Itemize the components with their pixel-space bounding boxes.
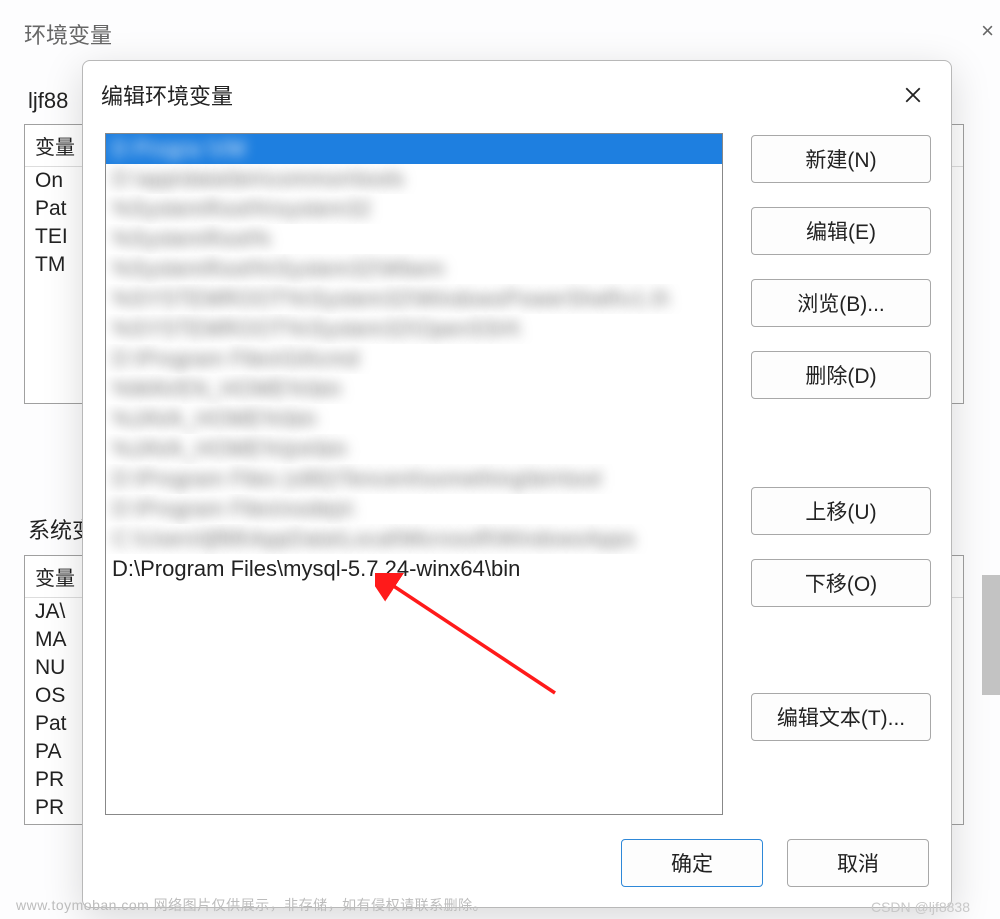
close-icon[interactable]: × [981,18,994,44]
watermark-text: www.toymoban.com 网络图片仅供展示，非存储，如有侵权请联系删除。 [16,895,487,915]
edit-button[interactable]: 编辑(E) [751,207,931,255]
edit-env-var-dialog: 编辑环境变量 D Progra \VM D:\app\data\bin\comm… [82,60,952,908]
path-item[interactable]: %SystemRoot%\System32\Wbem [106,254,722,284]
path-item[interactable]: %SystemRoot%\system32 [106,194,722,224]
path-item[interactable]: D:\Program Files\Git\cmd [106,344,722,374]
path-item[interactable]: D Progra \VM [106,134,722,164]
close-button[interactable] [899,81,927,109]
close-icon [904,86,922,104]
scrollbar-thumb[interactable] [982,575,1000,695]
dialog-titlebar: 编辑环境变量 [83,61,951,121]
path-item[interactable]: %MAVEN_HOME%\bin [106,374,722,404]
path-item[interactable]: %SYSTEMROOT%\System32\OpenSSH\ [106,314,722,344]
browse-button[interactable]: 浏览(B)... [751,279,931,327]
path-item[interactable]: %SYSTEMROOT%\System32\WindowsPowerShell\… [106,284,722,314]
move-down-button[interactable]: 下移(O) [751,559,931,607]
new-button[interactable]: 新建(N) [751,135,931,183]
path-item[interactable]: D:\app\data\bin\common\tools [106,164,722,194]
dialog-body: D Progra \VM D:\app\data\bin\common\tool… [83,121,951,825]
ok-button[interactable]: 确定 [621,839,763,887]
path-item[interactable]: %JAVA_HOME%\jre\bin [106,434,722,464]
path-item[interactable]: %JAVA_HOME%\bin [106,404,722,434]
credit-text: CSDN @ljf8838 [871,899,970,915]
path-item[interactable]: C:\Users\ljf88\AppData\Local\Microsoft\W… [106,524,722,554]
path-listbox[interactable]: D Progra \VM D:\app\data\bin\common\tool… [105,133,723,815]
path-item[interactable]: %SystemRoot% [106,224,722,254]
edit-text-button[interactable]: 编辑文本(T)... [751,693,931,741]
cancel-button[interactable]: 取消 [787,839,929,887]
path-item[interactable]: D:\Program Files\nodejs\ [106,494,722,524]
button-column: 新建(N) 编辑(E) 浏览(B)... 删除(D) 上移(U) 下移(O) 编… [751,133,931,825]
path-item[interactable]: D:\Program Files\mysql-5.7.24-winx64\bin [106,554,722,584]
dialog-title: 编辑环境变量 [101,79,233,111]
path-item[interactable]: D:\Program Files (x86)\Tencent\something… [106,464,722,494]
spacer [751,631,931,669]
delete-button[interactable]: 删除(D) [751,351,931,399]
move-up-button[interactable]: 上移(U) [751,487,931,535]
spacer [751,423,931,463]
